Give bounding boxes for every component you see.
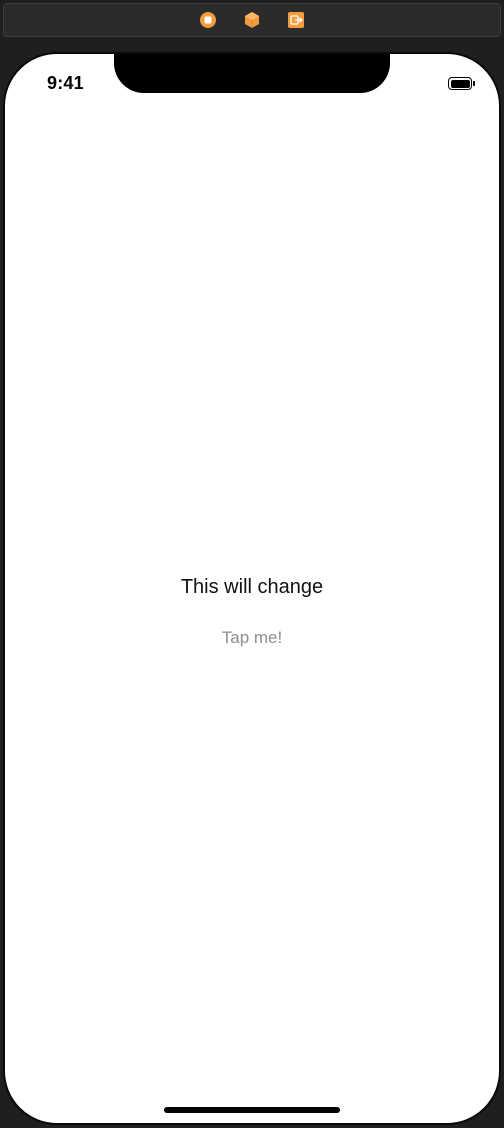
- battery-icon: [448, 77, 476, 90]
- main-label: This will change: [180, 576, 324, 598]
- iphone-screen: 9:41 This will change Tap me!: [3, 52, 501, 1125]
- status-bar-time: 9:41: [47, 73, 84, 93]
- exit-icon[interactable]: [287, 11, 305, 29]
- storyboard-canvas: 9:41 This will change Tap me!: [0, 0, 504, 1128]
- device-notch: [114, 54, 390, 93]
- home-indicator: [164, 1107, 340, 1113]
- view-controller-icon[interactable]: [199, 11, 217, 29]
- tap-me-button[interactable]: Tap me!: [216, 626, 288, 650]
- scene-dock: [3, 3, 501, 37]
- first-responder-icon[interactable]: [243, 11, 261, 29]
